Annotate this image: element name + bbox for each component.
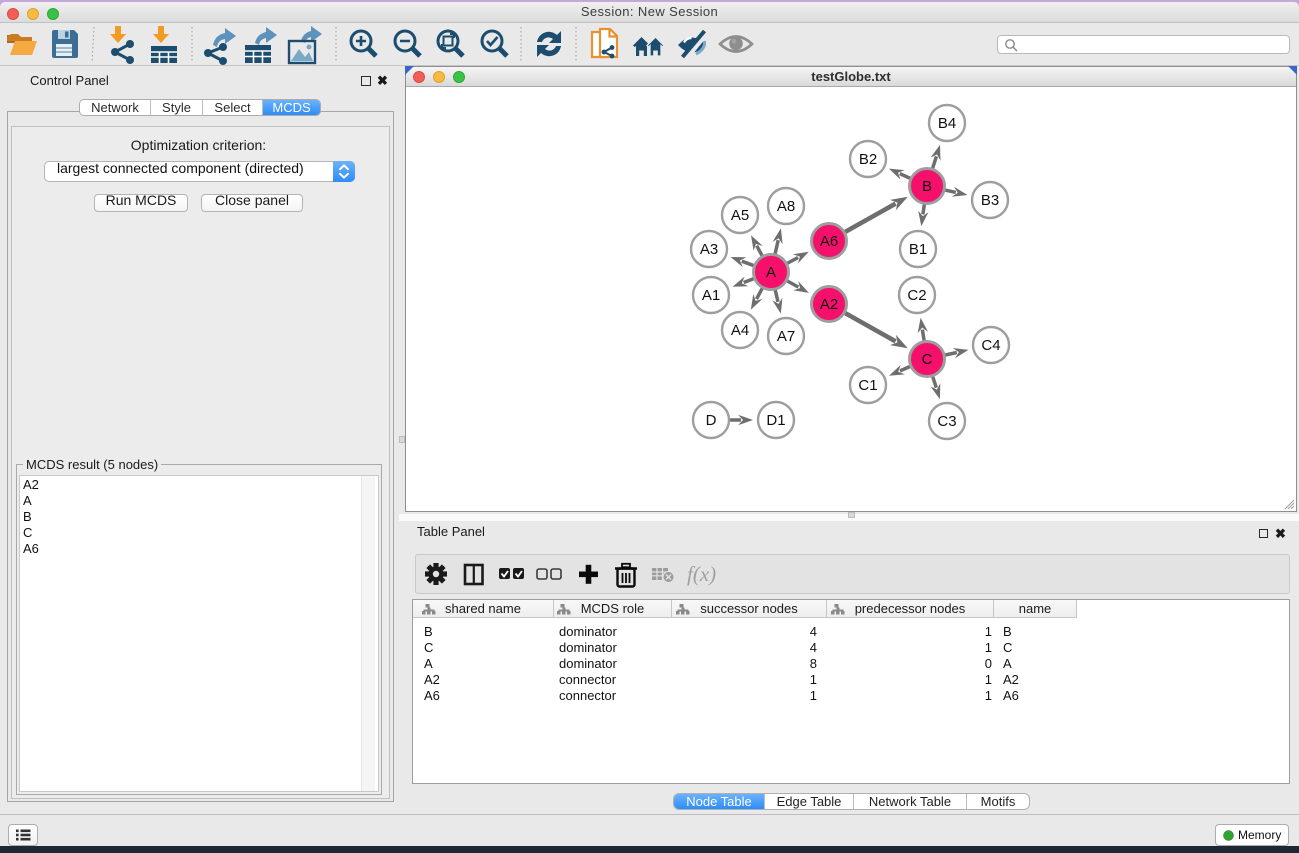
svg-text:B4: B4	[938, 115, 956, 132]
svg-text:B2: B2	[859, 151, 877, 168]
svg-text:A4: A4	[731, 322, 749, 339]
svg-text:A: A	[766, 264, 776, 281]
svg-text:B: B	[922, 178, 932, 195]
svg-text:f(x): f(x)	[687, 562, 716, 586]
svg-text:A5: A5	[731, 207, 749, 224]
svg-text:A3: A3	[700, 241, 718, 258]
svg-text:C: C	[922, 351, 933, 368]
svg-text:A8: A8	[777, 198, 795, 215]
svg-text:A1: A1	[702, 287, 720, 304]
svg-text:B1: B1	[909, 241, 927, 258]
svg-text:C2: C2	[907, 287, 926, 304]
svg-text:A6: A6	[820, 233, 838, 250]
svg-text:A2: A2	[820, 296, 838, 313]
svg-text:D1: D1	[766, 412, 785, 429]
svg-text:D: D	[706, 412, 717, 429]
svg-text:C3: C3	[937, 413, 956, 430]
svg-text:C1: C1	[858, 377, 877, 394]
svg-text:A7: A7	[777, 328, 795, 345]
svg-text:C4: C4	[981, 337, 1000, 354]
svg-text:B3: B3	[981, 192, 999, 209]
